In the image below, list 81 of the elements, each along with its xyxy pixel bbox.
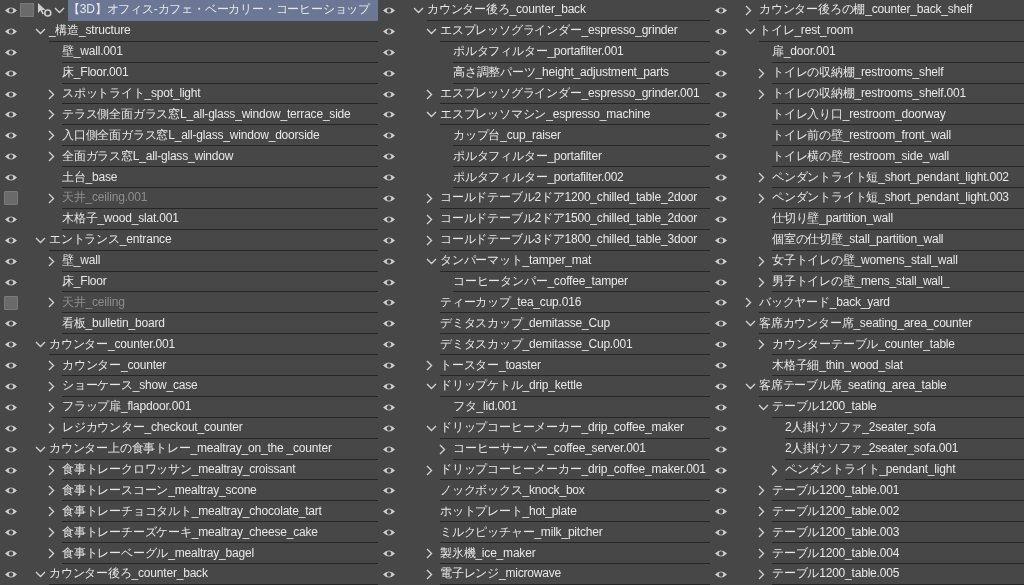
layer-name[interactable]: エスプレッソマシン_espresso_machine [440, 105, 651, 123]
layer-name[interactable]: デミタスカップ_demitasse_Cup.001 [440, 335, 633, 353]
layer-name[interactable]: トイレ前の壁_restroom_front_wall [772, 126, 951, 144]
layer-name[interactable]: 床_Floor [62, 273, 107, 290]
layer-name[interactable]: タンパーマット_tamper_mat [440, 252, 592, 270]
layer-name[interactable]: 木格子_wood_slat.001 [62, 210, 179, 228]
layer-name[interactable]: 2人掛けソファ_2seater_sofa.001 [785, 440, 959, 458]
layer-name[interactable]: 木格子細_thin_wood_slat [772, 356, 903, 374]
layer-name[interactable]: 電子レンジ_microwave [440, 565, 562, 583]
layer-name[interactable]: カウンターテーブル_counter_table [772, 335, 955, 353]
layer-name[interactable]: _構造_structure [49, 22, 131, 40]
layer-name[interactable]: カウンター後ろ_counter_back [427, 1, 586, 19]
layer-name[interactable]: カップ台_cup_raiser [453, 126, 561, 144]
layer-name[interactable]: トースター_toaster [440, 356, 541, 374]
layer-name[interactable]: ノックボックス_knock_box [440, 481, 585, 499]
layer-name[interactable]: テーブル1200_table.001 [772, 481, 900, 499]
layer-name[interactable]: トイレ横の壁_restroom_side_wall [772, 147, 950, 165]
layer-name[interactable]: ポルタフィルター_portafilter.002 [453, 168, 624, 186]
layer-name[interactable]: トイレの収納棚_restrooms_shelf.001 [772, 85, 966, 102]
layer-name[interactable]: ドリップコーヒーメーカー_drip_coffee_maker [440, 419, 684, 437]
layer-name[interactable]: ペンダントライト_pendant_light [785, 461, 956, 479]
layer-name[interactable]: 製氷機_ice_maker [440, 544, 536, 562]
layer-name[interactable]: ペンダントライト短_short_pendant_light.003 [772, 189, 1009, 207]
layer-name[interactable]: 客席テーブル席_seating_area_table [759, 377, 947, 395]
layer-name[interactable]: コールドテーブル2ドア1200_chilled_table_2door [440, 189, 698, 207]
layer-name[interactable]: 食事トレーチョコタルト_mealtray_chocolate_tart [62, 502, 322, 520]
layer-name[interactable]: 土台_base [62, 168, 118, 186]
layer-name[interactable]: 扉_door.001 [772, 43, 836, 61]
layer-name[interactable]: ドリップケトル_drip_kettle [440, 377, 583, 395]
layer-name[interactable]: カウンター_counter [62, 356, 167, 374]
layer-name[interactable]: ホットプレート_hot_plate [440, 502, 577, 520]
layer-name[interactable]: 女子トイレの壁_womens_stall_wall [772, 252, 958, 270]
layer-name[interactable]: 個室の仕切壁_stall_partition_wall [772, 231, 944, 249]
layer-name[interactable]: デミタスカップ_demitasse_Cup [440, 314, 610, 332]
layer-name[interactable]: トイレ入り口_restroom_doorway [772, 105, 946, 123]
layer-name[interactable]: 食事トレークロワッサン_mealtray_croissant [62, 461, 296, 479]
layer-name[interactable]: 床_Floor.001 [62, 64, 129, 82]
layer-name[interactable]: カウンター後ろの棚_counter_back_shelf [759, 1, 973, 19]
layer-name[interactable]: コールドテーブル2ドア1500_chilled_table_2door [440, 210, 698, 228]
layer-name[interactable]: エスプレッソグラインダー_espresso_grinder.001 [440, 85, 700, 102]
layer-name[interactable]: コーヒーサーバー_coffee_server.001 [453, 440, 646, 458]
layer-name[interactable]: テーブル1200_table.004 [772, 544, 900, 562]
layer-name[interactable]: 壁_wall [62, 252, 101, 270]
layer-name[interactable]: テラス側全面ガラス窓L_all-glass_window_terrace_side [62, 105, 351, 123]
layer-name[interactable]: テーブル1200_table.002 [772, 502, 900, 520]
layer-name[interactable]: エントランス_entrance [49, 231, 172, 249]
layer-name[interactable]: 2人掛けソファ_2seater_sofa [785, 419, 936, 437]
layer-name[interactable]: ポルタフィルター_portafilter.001 [453, 43, 624, 61]
layer-name[interactable]: スポットライト_spot_light [62, 85, 201, 102]
layer-name[interactable]: バックヤード_back_yard [759, 293, 890, 311]
layer-name[interactable]: テーブル1200_table [772, 398, 877, 416]
layer-name[interactable]: フタ_lid.001 [453, 398, 518, 416]
layer-name[interactable]: テーブル1200_table.003 [772, 523, 900, 541]
layer-name[interactable]: テーブル1200_table.005 [772, 565, 900, 583]
layer-name[interactable]: カウンター上の食事トレー_mealtray_on_the _counter [49, 440, 332, 458]
layer-name[interactable]: コーヒータンパー_coffee_tamper [453, 273, 628, 290]
layer-name[interactable]: 壁_wall.001 [62, 43, 123, 61]
layer-name[interactable]: 男子トイレの壁_mens_stall_wall_ [772, 273, 950, 290]
layer-name[interactable]: トイレの収納棚_restrooms_shelf [772, 64, 944, 82]
layer-name[interactable]: エスプレッソグラインダー_espresso_grinder [440, 22, 678, 40]
layer-name[interactable]: カウンター_counter.001 [49, 335, 175, 353]
layer-name[interactable]: ミルクピッチャー_milk_pitcher [440, 523, 603, 541]
layer-name[interactable]: フラップ扉_flapdoor.001 [62, 398, 192, 416]
layer-name[interactable]: 高さ調整パーツ_height_adjustment_parts [453, 64, 669, 82]
layer-name[interactable]: 客席カウンター席_seating_area_counter [759, 314, 972, 332]
layer-name[interactable]: 看板_bulletin_board [62, 314, 165, 332]
layer-name[interactable]: レジカウンター_checkout_counter [62, 419, 243, 437]
layer-name[interactable]: ショーケース_show_case [62, 377, 198, 395]
layer-name[interactable]: 食事トレーベーグル_mealtray_bagel [62, 544, 254, 562]
layer-name[interactable]: ペンダントライト短_short_pendant_light.002 [772, 168, 1009, 186]
layer-name[interactable]: 全面ガラス窓L_all-glass_window [62, 147, 234, 165]
layer-name[interactable]: 入口側全面ガラス窓L_all-glass_window_doorside [62, 126, 320, 144]
layer-name[interactable]: 食事トレーチーズケーキ_mealtray_cheese_cake [62, 523, 318, 541]
layer-name[interactable]: コールドテーブル3ドア1800_chilled_table_3door [440, 231, 698, 249]
layer-name[interactable]: 食事トレースコーン_mealtray_scone [62, 481, 257, 499]
layer-name[interactable]: ティーカップ_tea_cup.016 [440, 293, 582, 311]
layer-name[interactable]: トイレ_rest_room [759, 22, 854, 40]
layer-name[interactable]: ポルタフィルター_portafilter [453, 147, 602, 165]
layer-name[interactable]: ドリップコーヒーメーカー_drip_coffee_maker.001 [440, 461, 706, 479]
layer-name[interactable]: 仕切り壁_partition_wall [772, 210, 893, 228]
layer-name[interactable]: カウンター後ろ_counter_back [49, 565, 208, 583]
